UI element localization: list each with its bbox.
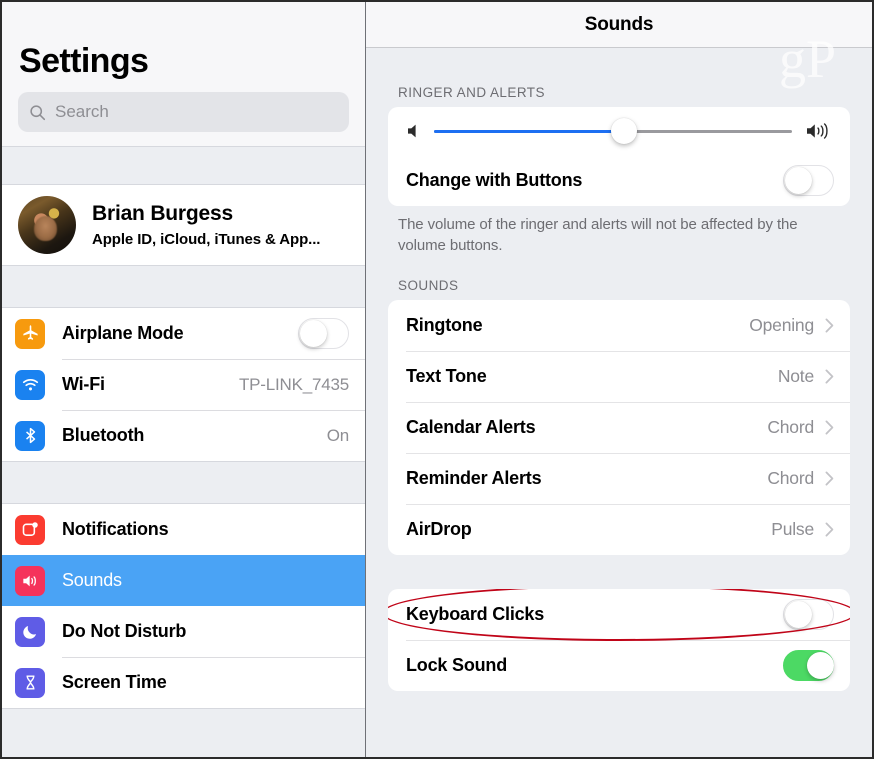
wifi-icon bbox=[15, 369, 45, 400]
table-row[interactable]: Calendar Alerts Chord bbox=[388, 402, 850, 453]
detail-body: gP RINGER AND ALERTS Change with Buttons… bbox=[366, 32, 872, 757]
row-label: Keyboard Clicks bbox=[406, 604, 545, 625]
account-group: Brian Burgess Apple ID, iCloud, iTunes &… bbox=[2, 185, 365, 265]
row-value: Opening bbox=[749, 315, 814, 336]
sidebar-spacer-lower bbox=[2, 461, 365, 504]
sidebar-group-system: Notifications Sounds Do Not Disturb Scre… bbox=[2, 504, 365, 708]
sidebar-header: Settings Search bbox=[2, 2, 365, 147]
sidebar-spacer-middle bbox=[2, 265, 365, 308]
wifi-network-value: TP-LINK_7435 bbox=[238, 374, 349, 394]
sounds-section-label: SOUNDS bbox=[398, 278, 459, 294]
table-row[interactable]: Text Tone Note bbox=[388, 351, 850, 402]
notifications-icon bbox=[15, 514, 45, 545]
ipad-settings-screen: Settings Search Brian Burgess Apple ID, … bbox=[0, 0, 874, 759]
row-label: AirDrop bbox=[406, 519, 472, 540]
sidebar-item-label: Screen Time bbox=[62, 672, 167, 692]
row-value: Pulse bbox=[771, 519, 814, 540]
sidebar-item-notifications[interactable]: Notifications bbox=[2, 504, 365, 555]
slider-fill bbox=[434, 129, 624, 133]
search-icon bbox=[30, 104, 46, 120]
ringer-card: Change with Buttons bbox=[388, 107, 850, 206]
lock-sound-row[interactable]: Lock Sound bbox=[388, 640, 850, 691]
ringer-footnote: The volume of the ringer and alerts will… bbox=[398, 216, 798, 254]
ringer-section-label: RINGER AND ALERTS bbox=[398, 85, 545, 100]
ringer-volume-slider[interactable] bbox=[434, 118, 792, 144]
bluetooth-icon bbox=[15, 420, 45, 451]
ringer-volume-row bbox=[388, 107, 850, 155]
table-row[interactable]: Ringtone Opening bbox=[388, 300, 850, 351]
settings-sidebar: Settings Search Brian Burgess Apple ID, … bbox=[2, 2, 366, 757]
row-label: Calendar Alerts bbox=[406, 417, 536, 438]
detail-header: Sounds bbox=[366, 2, 872, 48]
account-name: Brian Burgess bbox=[92, 202, 233, 225]
sidebar-item-label: Sounds bbox=[62, 570, 122, 590]
search-input[interactable]: Search bbox=[18, 92, 349, 132]
sidebar-item-label: Bluetooth bbox=[62, 425, 145, 445]
row-value: Note bbox=[777, 366, 814, 387]
moon-icon bbox=[15, 616, 45, 647]
slider-thumb[interactable] bbox=[610, 118, 637, 144]
row-label: Reminder Alerts bbox=[406, 468, 542, 489]
sidebar-item-screen-time[interactable]: Screen Time bbox=[2, 657, 365, 708]
row-value: Chord bbox=[767, 468, 814, 489]
bottom-sounds-card: Keyboard Clicks Lock Sound bbox=[388, 589, 850, 692]
avatar bbox=[18, 196, 76, 254]
sidebar-item-label: Do Not Disturb bbox=[62, 621, 187, 641]
airplane-icon bbox=[15, 318, 45, 349]
chevron-right-icon bbox=[825, 369, 834, 384]
keyboard-clicks-row[interactable]: Keyboard Clicks bbox=[388, 589, 850, 642]
row-label: Lock Sound bbox=[406, 655, 507, 676]
sidebar-item-wifi[interactable]: Wi-Fi TP-LINK_7435 bbox=[2, 359, 365, 410]
sounds-detail-panel: Sounds gP RINGER AND ALERTS Change with … bbox=[366, 2, 872, 757]
sidebar-item-bluetooth[interactable]: Bluetooth On bbox=[2, 410, 365, 461]
sidebar-item-sounds[interactable]: Sounds bbox=[2, 555, 365, 606]
sidebar-item-label: Airplane Mode bbox=[62, 323, 184, 343]
chevron-right-icon bbox=[825, 471, 834, 486]
change-with-buttons-row[interactable]: Change with Buttons bbox=[388, 155, 850, 206]
row-value: Chord bbox=[767, 417, 814, 438]
apple-id-account-row[interactable]: Brian Burgess Apple ID, iCloud, iTunes &… bbox=[2, 185, 365, 265]
bluetooth-status-value: On bbox=[326, 425, 349, 445]
lock-sound-toggle[interactable] bbox=[783, 650, 834, 682]
table-row[interactable]: AirDrop Pulse bbox=[388, 504, 850, 555]
sidebar-item-label: Notifications bbox=[62, 519, 169, 539]
table-row[interactable]: Reminder Alerts Chord bbox=[388, 453, 850, 504]
airplane-mode-toggle[interactable] bbox=[298, 318, 349, 349]
detail-title: Sounds bbox=[584, 13, 654, 35]
sidebar-group-connectivity: Airplane Mode Wi-Fi TP-LINK_7435 Bluetoo… bbox=[2, 308, 365, 461]
speaker-high-icon bbox=[807, 123, 828, 139]
page-title: Settings bbox=[19, 42, 149, 80]
sidebar-item-airplane-mode[interactable]: Airplane Mode bbox=[2, 308, 365, 359]
change-with-buttons-toggle[interactable] bbox=[783, 165, 834, 196]
sounds-icon bbox=[15, 565, 45, 596]
hourglass-icon bbox=[15, 667, 45, 698]
keyboard-clicks-toggle[interactable] bbox=[783, 599, 834, 631]
row-label: Text Tone bbox=[406, 366, 487, 387]
sounds-card: Ringtone Opening Text Tone Note Calendar… bbox=[388, 300, 850, 556]
sidebar-item-label: Wi-Fi bbox=[62, 374, 105, 394]
sidebar-item-do-not-disturb[interactable]: Do Not Disturb bbox=[2, 606, 365, 657]
row-label: Ringtone bbox=[406, 315, 483, 336]
chevron-right-icon bbox=[825, 318, 834, 333]
search-placeholder: Search bbox=[55, 102, 109, 121]
row-label: Change with Buttons bbox=[406, 170, 583, 190]
account-subtitle: Apple ID, iCloud, iTunes & App... bbox=[92, 231, 321, 248]
sidebar-spacer-top bbox=[2, 147, 365, 185]
speaker-low-icon bbox=[408, 124, 416, 138]
sidebar-spacer-bottom bbox=[2, 708, 365, 757]
chevron-right-icon bbox=[825, 522, 834, 537]
chevron-right-icon bbox=[825, 420, 834, 435]
